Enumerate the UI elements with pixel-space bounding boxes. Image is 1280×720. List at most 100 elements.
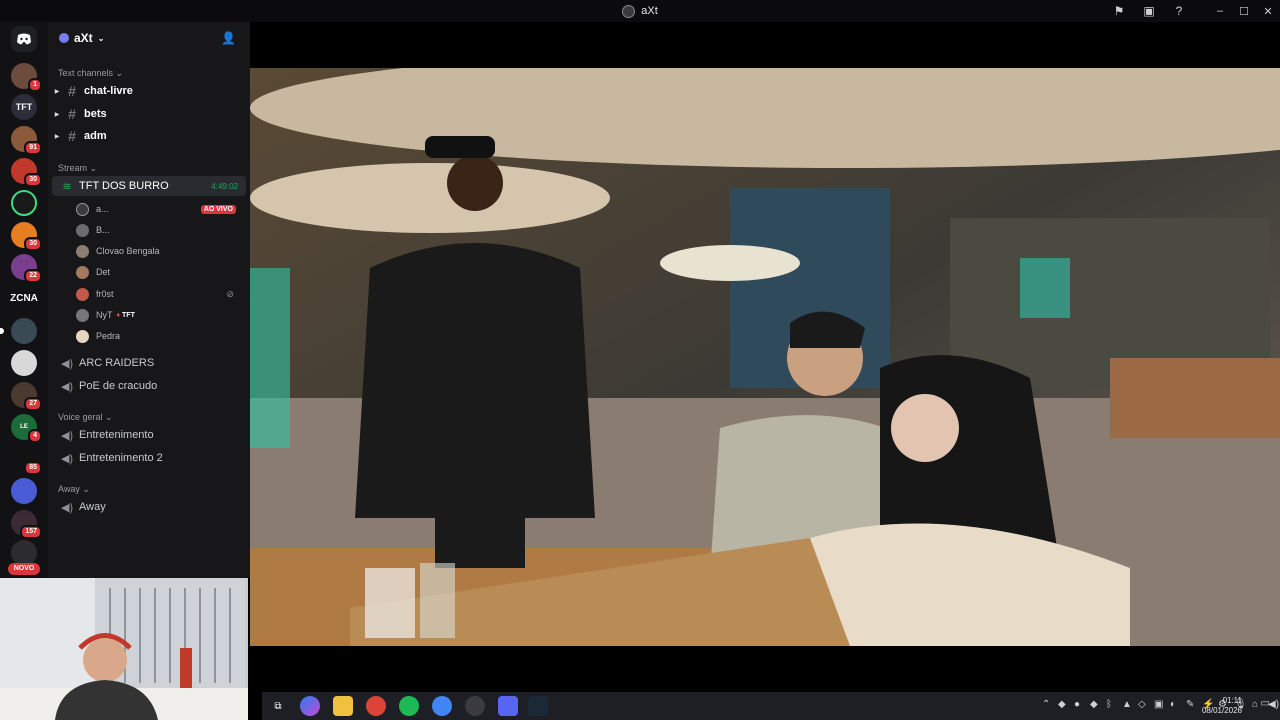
server-icon[interactable]: 1 [11, 63, 42, 92]
server-icon[interactable]: 85 [11, 446, 42, 475]
tray-app-icon[interactable]: ◐ [1170, 699, 1176, 710]
new-badge: NOVO [8, 563, 40, 575]
channel-label: adm [84, 130, 107, 142]
stream-frame [250, 68, 1280, 646]
minimize-button[interactable]: – [1208, 0, 1232, 22]
tray-app-icon[interactable]: ◇ [1138, 699, 1146, 710]
voice-member[interactable]: Clovao Bengala [76, 241, 246, 261]
hash-icon: # [68, 83, 76, 99]
server-icon[interactable]: TFT [11, 94, 37, 120]
add-member-icon[interactable]: 👤 [221, 31, 236, 45]
window-title: aXt [622, 4, 658, 18]
caret-icon: ▶ [54, 88, 60, 95]
discord-taskbar-icon[interactable] [498, 696, 518, 716]
server-icon[interactable]: LE 4 [11, 414, 42, 443]
voice-active-icon: ≋ [62, 180, 72, 193]
member-name: B... [96, 225, 110, 235]
speaker-icon: ◀) [60, 429, 74, 442]
server-icon[interactable]: 157 [11, 510, 42, 539]
close-button[interactable]: ✕ [1256, 0, 1280, 22]
server-icon[interactable] [11, 350, 37, 376]
title-bar-actions: ⚑ ▣ ? – ☐ ✕ [1104, 0, 1280, 22]
tray-app-icon[interactable]: ◆ [1090, 699, 1098, 710]
notification-icon[interactable]: ▭ [1261, 698, 1270, 709]
avatar [76, 202, 89, 216]
voice-channel-tft-dos-burro[interactable]: ≋ TFT DOS BURRO 4:49:02 [52, 176, 246, 196]
voice-member[interactable]: NyT ♦ TFT [76, 305, 246, 325]
muted-icon: ⊘ [226, 288, 234, 299]
server-icon[interactable]: 30 [11, 158, 42, 187]
voice-channel-entretenimento-2[interactable]: ◀) Entretenimento 2 [52, 448, 246, 468]
member-name: fr0st [96, 289, 114, 299]
tray-expand-icon[interactable]: ⌃ [1042, 699, 1050, 710]
steam-icon[interactable] [528, 696, 548, 716]
server-icon[interactable] [0, 318, 37, 344]
flag-icon[interactable]: ⚑ [1104, 0, 1134, 22]
speaker-icon: ◀) [60, 501, 74, 514]
maximize-button[interactable]: ☐ [1232, 0, 1256, 22]
file-explorer-icon[interactable] [333, 696, 353, 716]
voice-member[interactable]: Det [76, 262, 246, 282]
server-icon[interactable]: 27 [11, 382, 42, 411]
member-tag: ♦ TFT [117, 312, 135, 319]
spotify-icon[interactable] [399, 696, 419, 716]
voice-channel-arc-raiders[interactable]: ◀) ARC RAIDERS [52, 353, 246, 373]
channel-label: PoE de cracudo [79, 380, 158, 392]
channel-bets[interactable]: ▶ # bets [52, 104, 246, 124]
voice-channel-entretenimento[interactable]: ◀) Entretenimento [52, 425, 246, 445]
guild-header[interactable]: aXt ⌄ 👤 [48, 22, 250, 54]
channel-chat-livre[interactable]: ▶ # chat-livre [52, 81, 246, 101]
caret-icon: ▶ [54, 111, 60, 118]
speaker-icon: ◀) [60, 357, 74, 370]
stream-video[interactable] [250, 68, 1280, 646]
inbox-icon[interactable]: ▣ [1134, 0, 1164, 22]
server-icon[interactable] [11, 478, 37, 504]
voice-channel-poe[interactable]: ◀) PoE de cracudo [52, 376, 246, 396]
category-label: Stream [58, 163, 88, 173]
member-name: NyT [96, 310, 113, 320]
tray-app-icon[interactable]: ● [1074, 699, 1080, 710]
category-label: Away [58, 484, 80, 494]
server-folder-label[interactable]: ZCNA [4, 293, 44, 304]
server-icon[interactable] [11, 190, 37, 216]
category-text-channels[interactable]: Text channels ⌄ [58, 68, 123, 79]
speaker-icon: ◀) [60, 452, 74, 465]
clock-time: 01:11 [1222, 696, 1242, 705]
avatar [76, 244, 89, 258]
copilot-icon[interactable] [300, 696, 320, 716]
call-timer: 4:49:02 [211, 181, 238, 191]
help-icon[interactable]: ? [1164, 0, 1194, 22]
server-icon[interactable]: 30 [11, 222, 42, 251]
channel-label: Entretenimento [79, 429, 154, 441]
category-stream[interactable]: Stream ⌄ [58, 163, 97, 174]
channel-adm[interactable]: ▶ # adm [52, 126, 246, 146]
chrome-icon[interactable] [366, 696, 386, 716]
server-logo-icon [622, 4, 636, 18]
task-view-icon[interactable]: ⧉ [268, 696, 288, 716]
title-bar: aXt ⚑ ▣ ? – ☐ ✕ [0, 0, 1280, 22]
tray-app-icon[interactable]: ▣ [1154, 699, 1163, 710]
system-clock[interactable]: 01:11 08/01/2026 [1202, 696, 1242, 716]
server-icon[interactable]: 22 [11, 254, 42, 283]
category-label: Voice geral [58, 412, 103, 422]
category-voice-geral[interactable]: Voice geral ⌄ [58, 412, 113, 423]
bluetooth-icon[interactable]: ᛒ [1106, 699, 1112, 710]
obs-icon[interactable] [465, 696, 485, 716]
category-away[interactable]: Away ⌄ [58, 484, 90, 495]
voice-member[interactable]: fr0st ⊘ [76, 284, 246, 304]
tray-app-icon[interactable]: ▲ [1122, 699, 1132, 710]
channel-label: chat-livre [84, 85, 133, 97]
network-icon[interactable]: ⌂ [1252, 699, 1258, 710]
webcam-frame [0, 578, 248, 720]
tray-app-icon[interactable]: ✎ [1186, 699, 1194, 710]
voice-channel-away[interactable]: ◀) Away [52, 497, 246, 517]
tray-app-icon[interactable]: ◆ [1058, 699, 1066, 710]
voice-member[interactable]: a... AO VIVO [76, 199, 246, 219]
voice-member[interactable]: Pedra [76, 326, 246, 346]
server-icon[interactable]: 91 [11, 126, 42, 155]
window-title-text: aXt [641, 5, 658, 17]
voice-member[interactable]: B... [76, 220, 246, 240]
discord-home-icon[interactable] [11, 26, 37, 52]
chrome-profile-icon[interactable] [432, 696, 452, 716]
channel-label: ARC RAIDERS [79, 357, 155, 369]
